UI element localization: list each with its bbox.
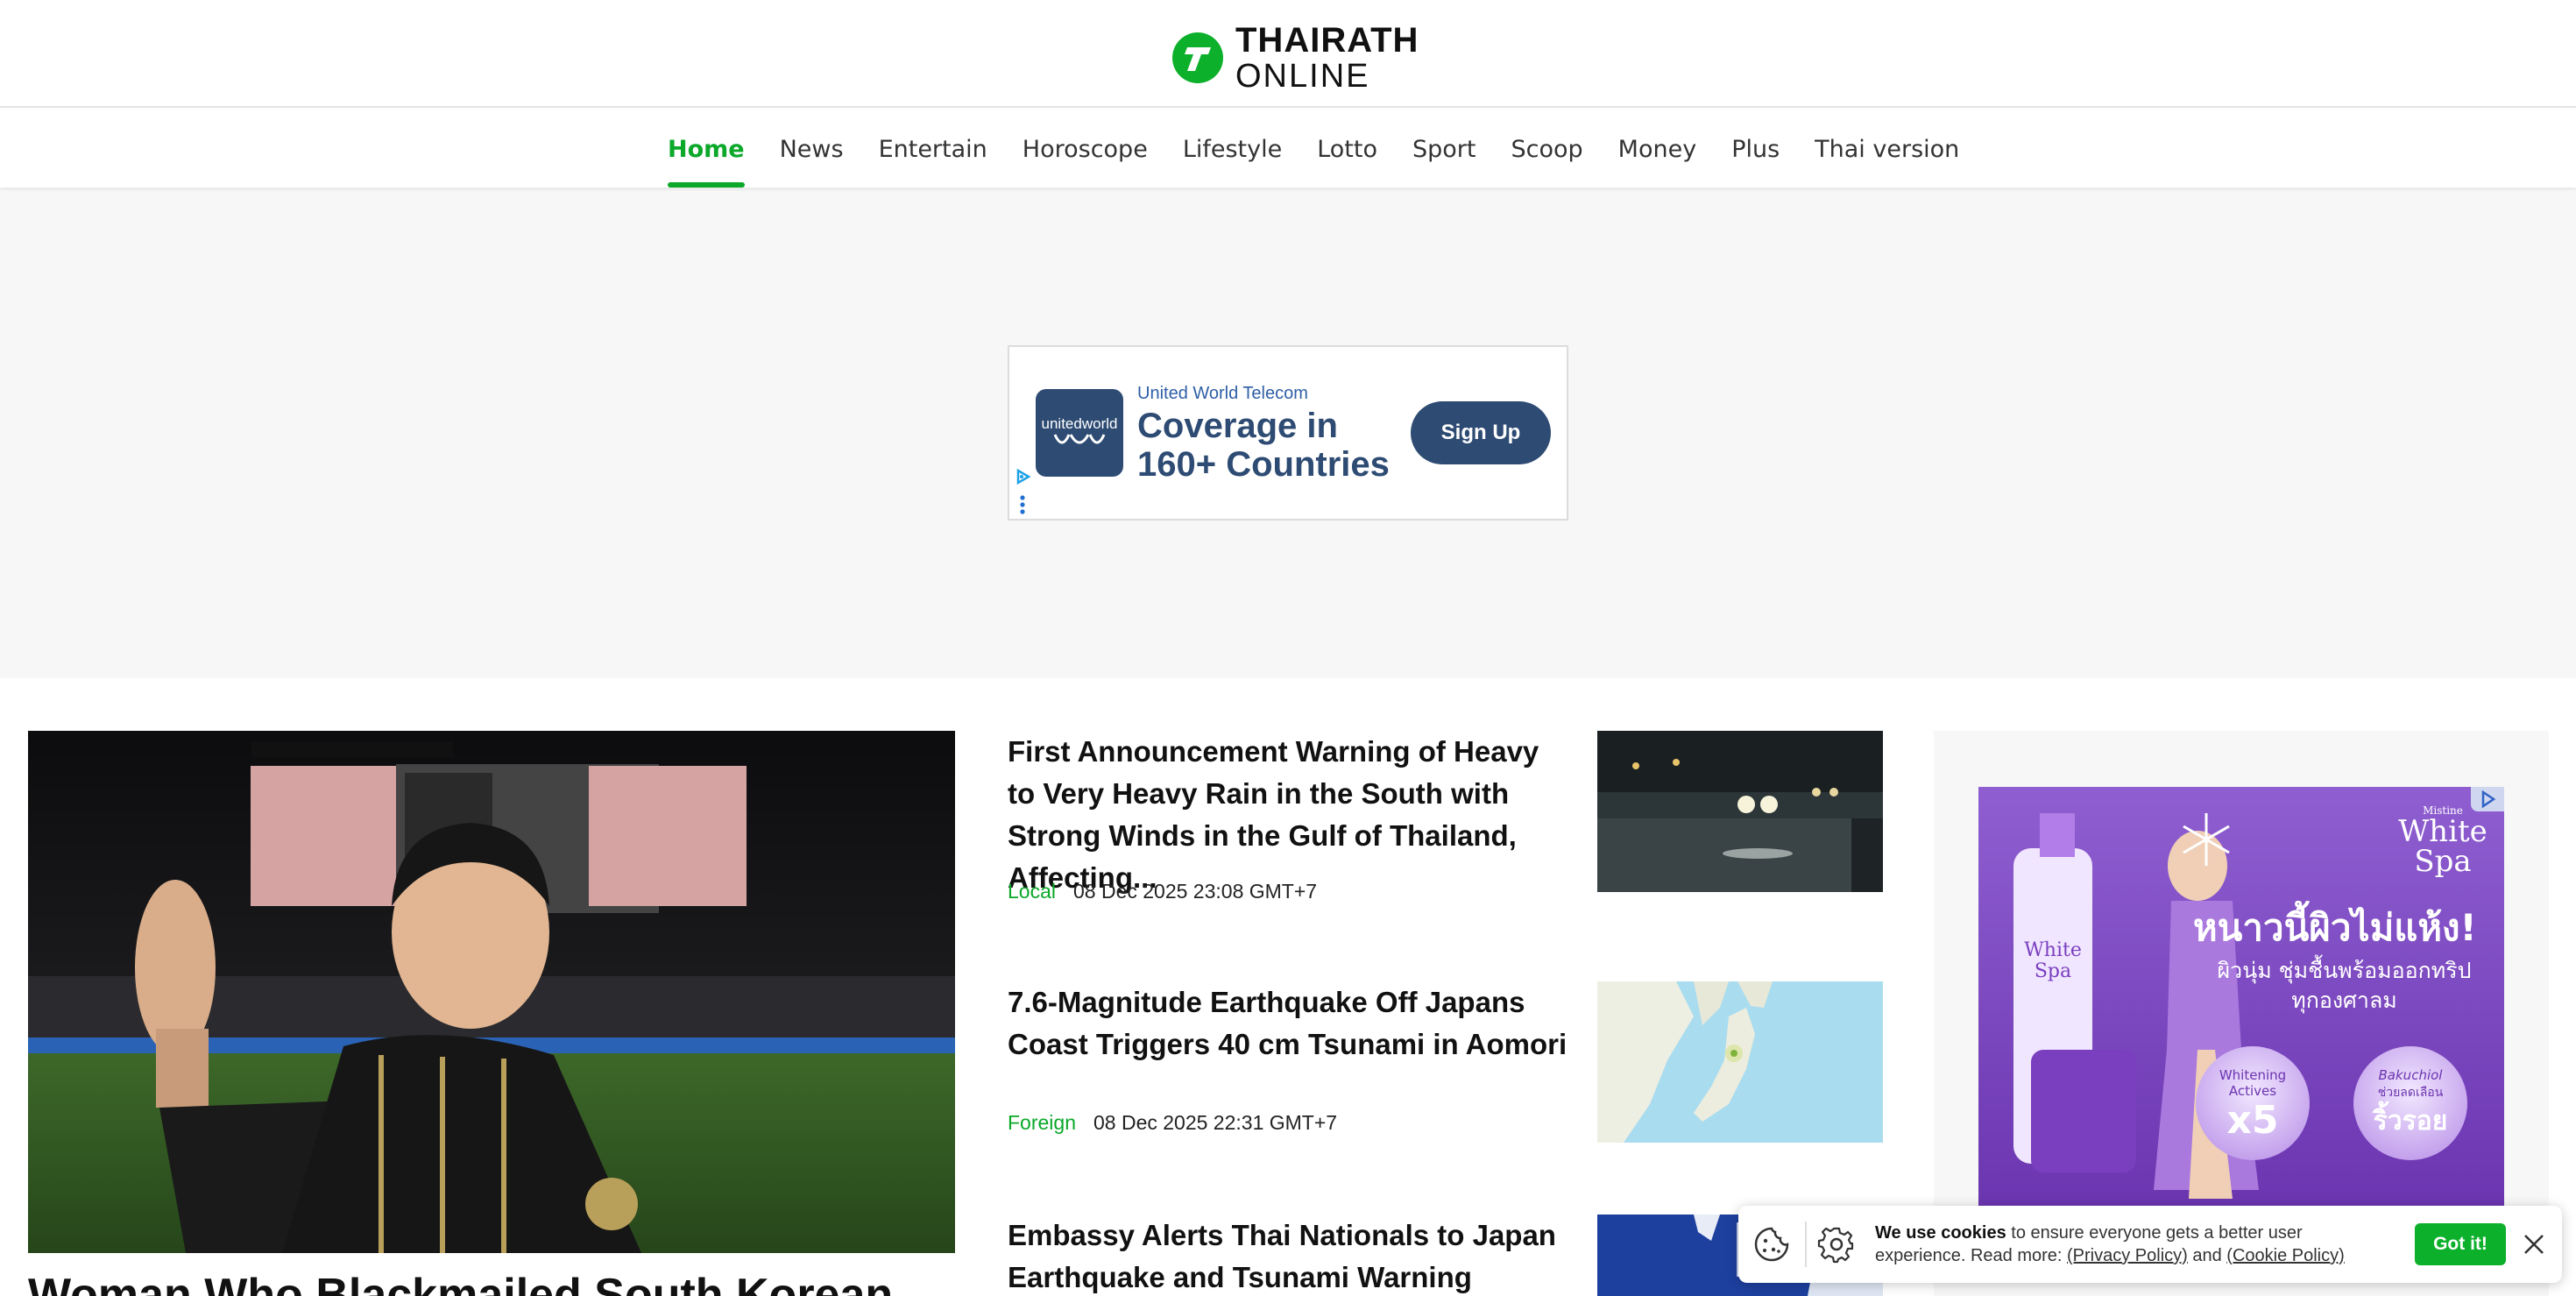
nav-item-plus[interactable]: Plus (1731, 109, 1780, 188)
advertiser-logo-text: unitedworld (1041, 415, 1118, 432)
nav-item-lifestyle[interactable]: Lifestyle (1183, 109, 1282, 188)
story-item[interactable]: First Announcement Warning of Heavy to V… (1008, 731, 1884, 906)
advertiser-logo-swoosh-icon (1053, 434, 1106, 444)
lead-story-title[interactable]: Woman Who Blackmailed South Korean (28, 1269, 955, 1296)
story-category[interactable]: Local (1008, 880, 1056, 903)
nav-item-news[interactable]: News (780, 109, 844, 188)
top-ad-banner[interactable]: unitedworld United World Telecom Coverag… (1008, 345, 1568, 521)
story-meta: Local 08 Dec 2025 23:08 GMT+7 (1008, 880, 1317, 903)
lead-story-image[interactable] (28, 731, 955, 1253)
ad-options-icon[interactable] (1020, 494, 1025, 515)
sidebar-ad-choices-icon[interactable] (2471, 787, 2504, 811)
cookie-message-bold: We use cookies (1875, 1223, 2006, 1243)
nav-item-thai-version[interactable]: Thai version (1815, 109, 1959, 188)
logo-subtitle: ONLINE (1235, 58, 1370, 95)
nav-item-entertain[interactable]: Entertain (879, 109, 987, 188)
nav-item-scoop[interactable]: Scoop (1511, 109, 1582, 188)
cookie-message: We use cookies to ensure everyone gets a… (1875, 1222, 2392, 1267)
site-logo[interactable]: THAIRATH ONLINE (1172, 23, 1419, 93)
nav-item-home[interactable]: Home (668, 109, 745, 188)
sidebar-ad-banner[interactable]: Mistine White Spa หนาวนี้ผิวไม่แห้ง! ผิว… (1978, 787, 2504, 1207)
snowflake-icon (2183, 813, 2230, 866)
cookie-divider (1805, 1222, 1807, 1267)
nav-item-lotto[interactable]: Lotto (1317, 109, 1377, 188)
story-date: 08 Dec 2025 22:31 GMT+7 (1093, 1111, 1338, 1134)
story-title[interactable]: Embassy Alerts Thai Nationals to Japan E… (1008, 1215, 1568, 1296)
ad-choices-icon[interactable] (1015, 468, 1032, 485)
main-nav: Home News Entertain Horoscope Lifestyle … (0, 109, 2576, 188)
cookie-consent-bar: We use cookies to ensure everyone gets a… (1738, 1206, 2562, 1283)
nav-item-sport[interactable]: Sport (1412, 109, 1476, 188)
nav-item-money[interactable]: Money (1618, 109, 1697, 188)
cookie-message-and: and (2187, 1246, 2227, 1265)
close-icon[interactable] (2520, 1230, 2548, 1258)
gear-icon[interactable] (1817, 1225, 1856, 1264)
story-thumbnail[interactable] (1597, 731, 1883, 892)
story-thumbnail[interactable] (1597, 981, 1883, 1143)
story-item[interactable]: 7.6-Magnitude Earthquake Off Japans Coas… (1008, 981, 1884, 1157)
story-category[interactable]: Foreign (1008, 1111, 1076, 1134)
ad-advertiser-name: United World Telecom (1137, 384, 1308, 403)
cookie-icon (1754, 1227, 1789, 1262)
site-header: THAIRATH ONLINE (0, 0, 2576, 108)
story-title[interactable]: 7.6-Magnitude Earthquake Off Japans Coas… (1008, 981, 1568, 1066)
story-date: 08 Dec 2025 23:08 GMT+7 (1072, 880, 1318, 903)
advertiser-logo: unitedworld (1036, 389, 1123, 477)
cookie-accept-button[interactable]: Got it! (2415, 1223, 2506, 1265)
story-meta: Foreign 08 Dec 2025 22:31 GMT+7 (1008, 1111, 1337, 1135)
logo-mark-icon (1172, 32, 1223, 83)
nav-item-horoscope[interactable]: Horoscope (1023, 109, 1148, 188)
ad-sign-up-button[interactable]: Sign Up (1411, 401, 1551, 464)
privacy-policy-link[interactable]: (Privacy Policy) (2067, 1246, 2188, 1265)
logo-wordmark: THAIRATH (1235, 21, 1419, 60)
page: THAIRATH ONLINE Home News Entertain Horo… (0, 0, 2576, 1296)
ad-headline: Coverage in 160+ Countries (1137, 407, 1390, 484)
cookie-policy-link[interactable]: (Cookie Policy) (2226, 1246, 2344, 1265)
story-title[interactable]: First Announcement Warning of Heavy to V… (1008, 731, 1568, 899)
